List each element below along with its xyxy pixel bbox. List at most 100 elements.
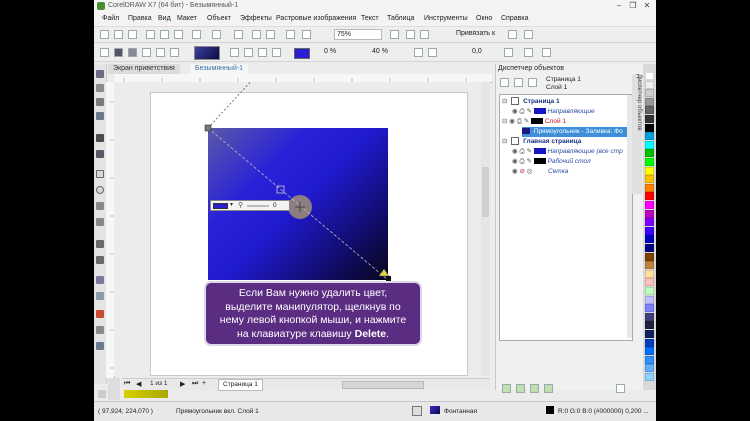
options-icon[interactable] [508, 30, 517, 39]
node-transparency-value[interactable]: 0 [273, 202, 277, 209]
redo-icon[interactable] [212, 30, 221, 39]
new-master-layer-odd-icon[interactable] [544, 384, 553, 393]
print-icon[interactable]: ⎙ [519, 158, 524, 165]
edit-fill-icon[interactable] [542, 48, 551, 57]
palette-swatch[interactable] [645, 166, 654, 175]
print-icon[interactable]: ⎙ [519, 148, 524, 155]
conical-fountain-icon[interactable] [258, 48, 267, 57]
node-transparency-field[interactable]: 0 % [322, 47, 348, 58]
palette-swatch[interactable] [645, 149, 654, 158]
color-eyedropper-icon[interactable] [96, 310, 104, 318]
lock-icon[interactable]: ✎ [524, 118, 529, 125]
eye-icon[interactable]: ◉ [512, 148, 518, 155]
menu-help[interactable]: Справка [501, 15, 528, 22]
palette-swatch[interactable] [645, 226, 654, 235]
crop-tool-icon[interactable] [96, 98, 104, 106]
text-tool-icon[interactable] [96, 218, 104, 226]
free-scale-icon[interactable] [504, 48, 513, 57]
node-midpoint-field[interactable]: 40 % [370, 47, 396, 58]
new-layer-icon[interactable] [502, 384, 511, 393]
application-launcher-icon[interactable] [302, 30, 311, 39]
undo-icon[interactable] [192, 30, 201, 39]
cut-icon[interactable] [146, 30, 155, 39]
tree-row-guides[interactable]: ◉ ⎙ ✎ Направляющие [512, 107, 595, 117]
outline-pen-icon[interactable] [96, 326, 104, 334]
palette-swatch[interactable] [645, 278, 654, 287]
palette-swatch[interactable] [645, 244, 654, 252]
menu-edit[interactable]: Правка [128, 15, 152, 22]
shape-tool-icon[interactable] [96, 84, 104, 92]
tree-row-desktop[interactable]: ◉ ⎙ ✎ Рабочий стол [512, 157, 591, 167]
polygon-tool-icon[interactable] [96, 202, 104, 210]
palette-swatch[interactable] [645, 132, 654, 141]
artistic-media-icon[interactable] [96, 150, 104, 158]
collapse-icon[interactable]: ⊟ [502, 138, 507, 145]
bitmap-pattern-icon[interactable] [156, 48, 165, 57]
export-icon[interactable] [266, 30, 275, 39]
layer-manager-view-icon[interactable] [514, 78, 523, 87]
palette-swatch[interactable] [645, 364, 654, 373]
palette-swatch[interactable] [645, 89, 654, 98]
menu-effects[interactable]: Эффекты [240, 15, 272, 22]
new-icon[interactable] [100, 30, 109, 39]
fountain-fill-icon[interactable] [128, 48, 137, 57]
palette-swatch[interactable] [645, 312, 654, 321]
new-master-layer-even-icon[interactable] [530, 384, 539, 393]
palette-swatch[interactable] [645, 261, 654, 270]
menu-view[interactable]: Вид [158, 15, 171, 22]
freehand-tool-icon[interactable] [96, 134, 104, 142]
close-button[interactable]: ✕ [640, 1, 654, 11]
page-tab-1[interactable]: Страница 1 [218, 379, 263, 391]
palette-swatch[interactable] [645, 269, 654, 278]
print-icon[interactable]: ⎙ [519, 108, 524, 115]
menu-tools[interactable]: Инструменты [424, 15, 468, 22]
tree-row-grid[interactable]: ◉ ⊘ ◎ Сетка [512, 167, 568, 177]
palette-swatch[interactable] [645, 106, 654, 115]
pick-tool-icon[interactable] [96, 70, 104, 78]
next-page-icon[interactable]: ▶ [180, 380, 185, 388]
menu-layout[interactable]: Макет [177, 15, 197, 22]
palette-swatch[interactable] [645, 80, 654, 89]
palette-swatch[interactable] [645, 330, 654, 338]
app-launcher-icon[interactable] [524, 30, 533, 39]
full-screen-icon[interactable] [390, 30, 399, 39]
tree-row-rectangle-selected[interactable]: Прямоугольник - Заливка: Фо [522, 127, 630, 137]
palette-swatch[interactable] [645, 287, 654, 295]
vertical-scrollbar[interactable] [481, 82, 490, 376]
eye-icon[interactable]: ◉ [512, 168, 518, 175]
palette-swatch[interactable] [645, 252, 654, 261]
collapse-icon[interactable]: ⊟ [502, 98, 507, 105]
palette-swatch[interactable] [645, 123, 654, 132]
palette-swatch[interactable] [645, 140, 654, 149]
rectangular-fountain-icon[interactable] [272, 48, 281, 57]
grid-icon[interactable] [420, 30, 429, 39]
palette-swatch[interactable] [645, 72, 654, 80]
delete-icon[interactable] [616, 384, 625, 393]
eye-icon[interactable]: ◉ [512, 108, 518, 115]
acceleration-field[interactable]: 0,0 [470, 47, 494, 58]
layer-options-icon[interactable] [528, 78, 537, 87]
node-transparency-slider[interactable] [247, 205, 269, 207]
search-icon[interactable] [234, 30, 243, 39]
minimize-button[interactable]: – [612, 1, 626, 11]
fill-swatch[interactable] [430, 406, 440, 414]
first-page-icon[interactable]: ⏮ [124, 380, 130, 388]
menu-table[interactable]: Таблица [387, 15, 414, 22]
menu-window[interactable]: Окно [476, 15, 492, 22]
palette-swatch[interactable] [645, 97, 654, 106]
prev-page-icon[interactable]: ◀ [136, 380, 141, 388]
lock-icon[interactable]: ✎ [527, 148, 532, 155]
lock-icon[interactable]: ✎ [527, 158, 532, 165]
palette-swatch[interactable] [645, 158, 654, 166]
print-icon[interactable]: ⊘ [519, 168, 524, 175]
menu-object[interactable]: Объект [207, 15, 231, 22]
node-color-picker[interactable] [213, 203, 228, 209]
snap-to-dropdown[interactable]: Привязать к [454, 29, 500, 40]
two-color-pattern-icon[interactable] [170, 48, 179, 57]
vector-pattern-icon[interactable] [142, 48, 151, 57]
parallel-dimension-icon[interactable] [96, 240, 104, 248]
drop-shadow-tool-icon[interactable] [96, 276, 104, 284]
linear-fountain-icon[interactable] [230, 48, 239, 57]
add-page-icon[interactable]: + [202, 380, 206, 387]
tree-row-layer1[interactable]: ⊟ ◉ ⎙ ✎ Слой 1 [502, 117, 566, 127]
